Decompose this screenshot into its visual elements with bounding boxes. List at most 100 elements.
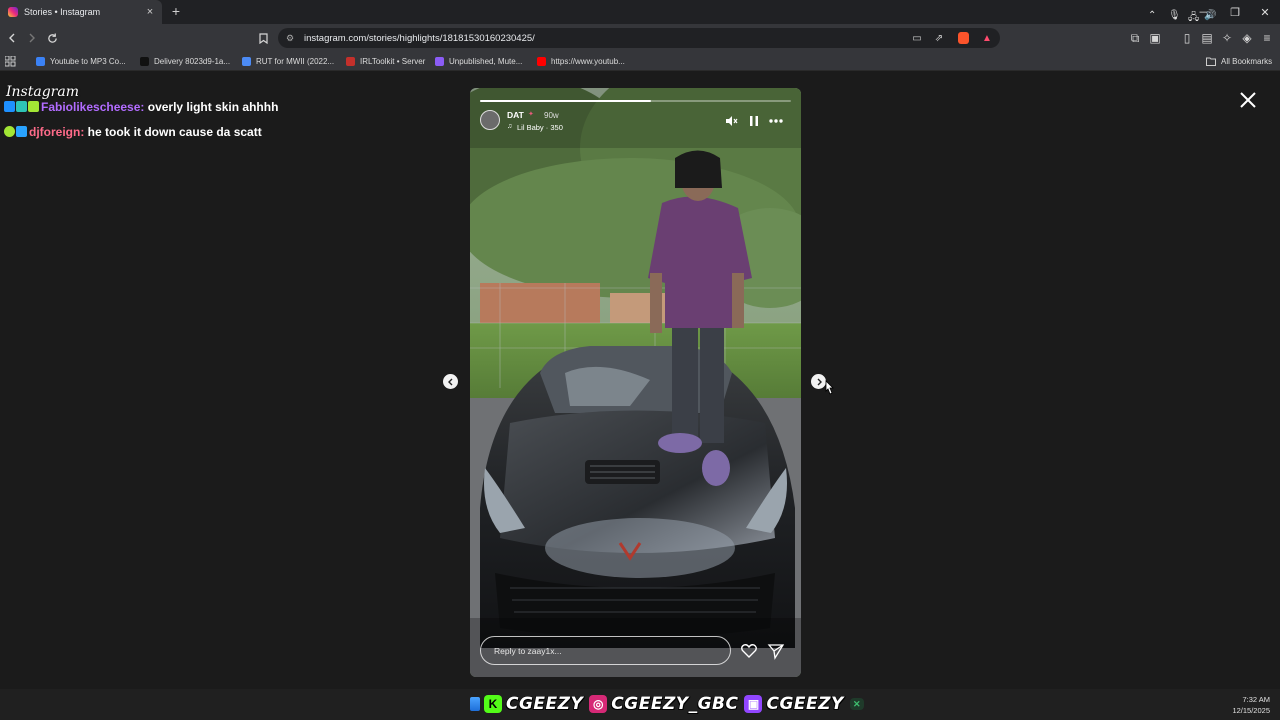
- back-arrow-icon: [9, 33, 15, 43]
- reload-button[interactable]: [43, 29, 61, 47]
- terminal-app-icon[interactable]: ✕: [849, 698, 864, 710]
- reply-placeholder: Reply to zaay1x...: [494, 645, 562, 656]
- window-close-button[interactable]: ✕: [1250, 0, 1280, 24]
- mute-button[interactable]: [724, 114, 738, 128]
- chat-message: Fabiolikescheese: overly light skin ahhh…: [4, 94, 278, 119]
- tab-strip: Stories • Instagram × + — ❐ ✕: [0, 0, 1280, 24]
- ellipsis-icon: [769, 119, 783, 123]
- story-music[interactable]: Lil Baby · 350: [517, 123, 563, 132]
- chat-username: djforeign: [29, 124, 81, 139]
- microphone-icon[interactable]: 🎙: [1168, 10, 1181, 21]
- instagram-handle: CGEEZY_GBC: [611, 694, 739, 715]
- reply-input[interactable]: Reply to zaay1x...: [480, 636, 731, 665]
- chat-text: he took it down cause da scatt: [87, 124, 262, 139]
- previous-story-button[interactable]: [443, 374, 458, 389]
- chat-badges: [4, 101, 39, 112]
- reload-icon: [47, 32, 57, 43]
- badge-icon: [4, 126, 15, 137]
- story-progress-track: [480, 100, 791, 102]
- url-text: instagram.com/stories/highlights/1818153…: [304, 32, 535, 44]
- chevron-right-icon: [817, 378, 822, 385]
- heart-icon: [741, 644, 757, 658]
- instagram-icon: ◎: [589, 695, 608, 713]
- verified-icon: ✦: [528, 111, 534, 118]
- bookmark-item[interactable]: https://www.youtub...: [537, 55, 625, 68]
- tab-close-icon[interactable]: ×: [144, 6, 156, 18]
- windows-start-icon: [470, 697, 480, 711]
- music-icon: ♫: [507, 123, 513, 130]
- story-username[interactable]: DAT: [507, 110, 524, 120]
- story-progress-fill: [480, 100, 652, 102]
- story-time: 90w: [544, 111, 559, 120]
- badge-icon: [4, 101, 15, 112]
- forward-button[interactable]: [23, 29, 41, 47]
- new-tab-button[interactable]: +: [168, 3, 184, 19]
- bookmark-favicon-icon: [346, 57, 355, 66]
- bookmark-favicon-icon: [36, 57, 45, 66]
- kick-icon: K: [484, 695, 502, 713]
- close-story-button[interactable]: [1238, 90, 1258, 110]
- kick-handle: CGEEZY: [505, 694, 584, 715]
- badge-icon: [28, 101, 39, 112]
- chat-text: overly light skin ahhhh: [147, 99, 279, 114]
- docs-icon: [242, 57, 251, 66]
- network-icon[interactable]: 🖧: [1188, 10, 1199, 27]
- bookmark-item[interactable]: Delivery 8023d9-1a...: [140, 55, 230, 68]
- address-bar[interactable]: ⚙ instagram.com/stories/highlights/18181…: [278, 28, 1000, 48]
- stream-chat-overlay: Fabiolikescheese: overly light skin ahhh…: [4, 94, 278, 144]
- twitch-handle: CGEEZY: [766, 694, 844, 715]
- send-icon: [767, 644, 785, 660]
- cast-icon[interactable]: ▭: [910, 31, 924, 45]
- chat-badges: [4, 126, 27, 137]
- apps-grid-icon[interactable]: [5, 55, 16, 68]
- browser-toolbar: ⚙ instagram.com/stories/highlights/18181…: [0, 24, 1280, 51]
- share-story-button[interactable]: [767, 642, 785, 660]
- bookmark-icon: [258, 32, 268, 44]
- browser-tab-active[interactable]: Stories • Instagram ×: [0, 0, 162, 24]
- bookmark-item[interactable]: IRLToolkit • Server: [346, 55, 425, 68]
- tab-groups-icon[interactable]: ▣: [1146, 29, 1164, 47]
- story-card[interactable]: DAT ✦ 90w ♫ Lil Baby · 350 Reply to zaay…: [470, 88, 801, 677]
- bookmark-star-button[interactable]: [254, 29, 272, 47]
- close-icon: [1240, 92, 1256, 108]
- bookmark-favicon-icon: [140, 57, 149, 66]
- chevron-left-icon: [447, 378, 452, 385]
- site-info-icon[interactable]: ⚙: [286, 33, 296, 43]
- tab-title: Stories • Instagram: [24, 7, 101, 17]
- back-button[interactable]: [3, 29, 21, 47]
- pause-button[interactable]: [747, 114, 761, 128]
- restore-button[interactable]: ❐: [1220, 0, 1250, 24]
- stream-social-bar: K CGEEZY ◎ CGEEZY_GBC ▣ CGEEZY ✕: [470, 691, 864, 717]
- vpn-shield-icon[interactable]: ◈: [1238, 29, 1256, 47]
- like-button[interactable]: [740, 642, 758, 660]
- bookmark-favicon-icon: [435, 57, 444, 66]
- share-icon[interactable]: ⇗: [932, 31, 946, 45]
- youtube-icon: [537, 57, 546, 66]
- grid-icon: [5, 56, 16, 67]
- extensions-icon[interactable]: ⧉: [1126, 29, 1144, 47]
- story-avatar[interactable]: [480, 110, 500, 130]
- rewards-triangle-icon[interactable]: ▲: [980, 31, 994, 45]
- bookmarks-bar: Youtube to MP3 Co... Delivery 8023d9-1a.…: [0, 51, 1280, 71]
- menu-icon[interactable]: ≡: [1258, 29, 1276, 47]
- instagram-favicon-icon: [8, 7, 18, 17]
- folder-icon: [1206, 57, 1216, 66]
- leo-ai-icon[interactable]: ✧: [1218, 29, 1236, 47]
- wallet-icon[interactable]: ▤: [1198, 29, 1216, 47]
- clock-time: 7:32 AM: [1242, 695, 1270, 704]
- clock-date: 12/15/2025: [1232, 706, 1270, 715]
- brave-shield-icon[interactable]: [958, 32, 969, 44]
- sidebar-toggle-icon[interactable]: ▯: [1178, 29, 1196, 47]
- system-clock[interactable]: 7:32 AM 12/15/2025: [1222, 694, 1270, 716]
- bookmark-item[interactable]: RUT for MWII (2022...: [242, 55, 334, 68]
- more-options-button[interactable]: [768, 114, 784, 128]
- twitch-icon: ▣: [744, 695, 763, 713]
- bookmark-item[interactable]: Unpublished, Mute...: [435, 55, 522, 68]
- all-bookmarks-folder[interactable]: All Bookmarks: [1206, 55, 1272, 68]
- tray-chevron-icon[interactable]: ⌃: [1148, 10, 1156, 21]
- pause-icon: [750, 116, 758, 126]
- bookmark-item[interactable]: Youtube to MP3 Co...: [36, 55, 126, 68]
- mouse-cursor-icon: [823, 380, 835, 396]
- volume-icon[interactable]: 🔊: [1204, 10, 1216, 21]
- badge-icon: [16, 101, 27, 112]
